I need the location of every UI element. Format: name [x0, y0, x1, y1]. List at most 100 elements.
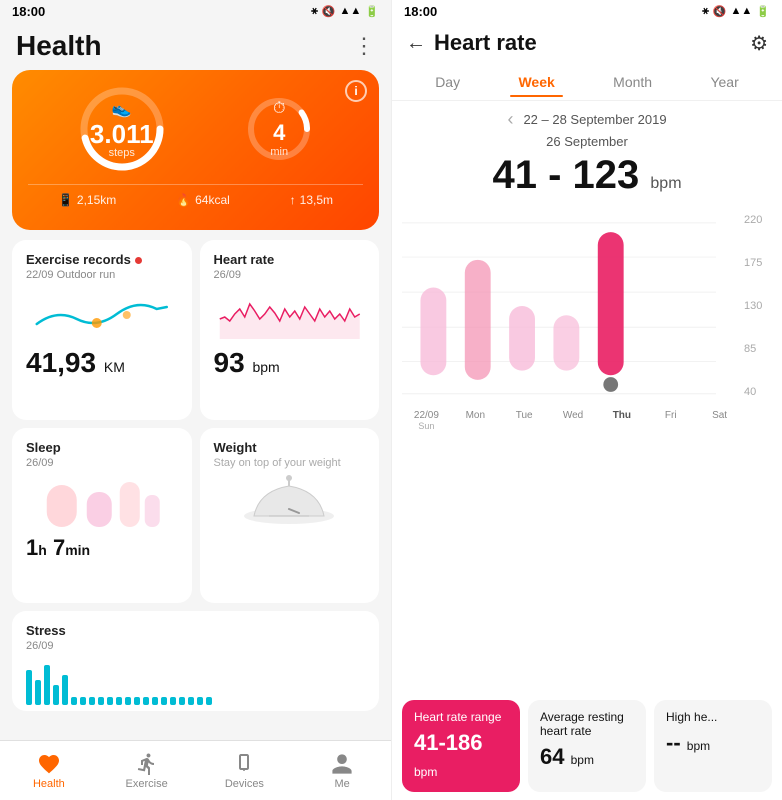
- distance-stat: 📱 2,15km: [58, 193, 116, 207]
- weight-card[interactable]: Weight Stay on top of your weight: [200, 428, 380, 602]
- stress-date: 26/09: [26, 640, 365, 652]
- activity-stats: 📱 2,15km 🔥 64kcal ↑ 13,5m: [28, 184, 363, 207]
- avg-resting-card: Average resting heart rate 64 bpm: [528, 700, 646, 792]
- exercise-icon: [135, 752, 159, 776]
- app-title: Health: [16, 30, 102, 62]
- nav-devices[interactable]: Devices: [196, 741, 294, 800]
- active-time-ring: ⏱ 4 min: [244, 94, 314, 164]
- nav-exercise-label: Exercise: [126, 778, 168, 790]
- sleep-visual: [26, 477, 178, 527]
- nav-exercise[interactable]: Exercise: [98, 741, 196, 800]
- exercise-title: Exercise records: [26, 252, 131, 267]
- day-label-sun: 22/09 Sun: [402, 410, 451, 431]
- heart-rate-card[interactable]: Heart rate 26/09 93 bpm: [200, 240, 380, 420]
- day-label-fri: Fri: [646, 410, 695, 431]
- elevation-value: 13,5m: [300, 193, 333, 207]
- exercise-card[interactable]: Exercise records 22/09 Outdoor run 41,93…: [12, 240, 192, 420]
- chart-area: 220 175 130 85 40 22/09 Sun Mon Tue Wed: [392, 206, 782, 692]
- status-bar-left: 18:00 ⚹ 🔇 ▲▲ 🔋: [0, 0, 391, 22]
- weight-title: Weight: [214, 440, 366, 455]
- sleep-date: 26/09: [26, 457, 178, 469]
- stress-bar-7: [80, 697, 86, 705]
- stress-title: Stress: [26, 623, 365, 638]
- elevation-icon: ↑: [290, 193, 296, 207]
- heart-rate-date: 26/09: [214, 269, 366, 281]
- bpm-unit: bpm: [650, 175, 681, 192]
- elevation-stat: ↑ 13,5m: [290, 193, 333, 207]
- day-label-mon: Mon: [451, 410, 500, 431]
- exercise-route: [26, 289, 178, 339]
- activity-card: i 👟 3.011 steps: [12, 70, 379, 230]
- menu-button[interactable]: ⋮: [353, 33, 375, 59]
- back-button[interactable]: ←: [406, 32, 426, 55]
- cards-grid: Exercise records 22/09 Outdoor run 41,93…: [12, 240, 379, 740]
- stress-bar-6: [71, 697, 77, 705]
- stress-bar-13: [134, 697, 140, 705]
- heart-rate-range-card: Heart rate range 41-186 bpm: [402, 700, 520, 792]
- mute-icon-right: 🔇: [713, 5, 727, 18]
- tab-year[interactable]: Year: [702, 68, 746, 96]
- stats-row: Heart rate range 41-186 bpm Average rest…: [392, 692, 782, 800]
- info-icon[interactable]: i: [345, 80, 367, 102]
- exercise-value: 41,93 KM: [26, 347, 178, 379]
- status-icons-left: ⚹ 🔇 ▲▲ 🔋: [311, 5, 379, 18]
- signal-icon: ▲▲: [340, 5, 362, 17]
- mute-icon: 🔇: [322, 5, 336, 18]
- stress-bar-4: [53, 685, 59, 705]
- bluetooth-icon: ⚹: [311, 5, 318, 18]
- high-hr-title: High he...: [666, 710, 760, 724]
- left-panel: 18:00 ⚹ 🔇 ▲▲ 🔋 Health ⋮ i: [0, 0, 391, 800]
- date-selected: 26 September: [392, 134, 782, 149]
- stress-bar-12: [125, 697, 131, 705]
- tab-week[interactable]: Week: [510, 68, 562, 96]
- stress-bar-5: [62, 675, 68, 705]
- date-navigation: ‹ 22 – 28 September 2019: [392, 101, 782, 132]
- distance-icon: 📱: [58, 193, 73, 207]
- distance-value: 2,15km: [77, 193, 116, 207]
- nav-health[interactable]: Health: [0, 741, 98, 800]
- health-icon: [37, 752, 61, 776]
- heart-rate-chart: [402, 206, 716, 406]
- timer-icon: ⏱: [273, 100, 285, 118]
- chart-container: 220 175 130 85 40: [402, 206, 772, 406]
- avg-resting-title: Average resting heart rate: [540, 710, 634, 738]
- tabs: Day Week Month Year: [392, 64, 782, 101]
- nav-health-label: Health: [33, 778, 65, 790]
- time-right: 18:00: [404, 4, 437, 19]
- heart-range-value: 41-186 bpm: [414, 730, 508, 782]
- stress-bar-16: [161, 697, 167, 705]
- battery-icon-right: 🔋: [756, 5, 770, 18]
- tab-month[interactable]: Month: [605, 68, 660, 96]
- calories-stat: 🔥 64kcal: [176, 193, 230, 207]
- day-label-thu: Thu: [597, 410, 646, 431]
- sleep-value: 1h 7min: [26, 535, 178, 561]
- tab-day[interactable]: Day: [427, 68, 468, 96]
- stress-bar-20: [197, 697, 203, 705]
- active-time-metric: ⏱ 4 min: [244, 94, 314, 164]
- stress-bar-10: [107, 697, 113, 705]
- calories-value: 64kcal: [195, 193, 230, 207]
- battery-icon: 🔋: [365, 5, 379, 18]
- high-hr-card: High he... -- bpm: [654, 700, 772, 792]
- activity-circles: 👟 3.011 steps ⏱ 4 min: [28, 84, 363, 174]
- settings-button[interactable]: ⚙: [750, 31, 768, 56]
- status-bar-right: 18:00 ⚹ 🔇 ▲▲ 🔋: [392, 0, 782, 22]
- stress-card[interactable]: Stress 26/09: [12, 611, 379, 711]
- right-panel: 18:00 ⚹ 🔇 ▲▲ 🔋 ← Heart rate ⚙ Day Week M…: [391, 0, 782, 800]
- heart-range-title: Heart rate range: [414, 710, 508, 724]
- nav-me[interactable]: Me: [293, 741, 391, 800]
- stress-bar-2: [35, 680, 41, 705]
- right-header: ← Heart rate ⚙: [392, 22, 782, 64]
- bpm-display: 41 - 123 bpm: [392, 153, 782, 198]
- stress-bars: [26, 660, 365, 705]
- exercise-date: 22/09 Outdoor run: [26, 269, 178, 281]
- sleep-card[interactable]: Sleep 26/09 1h 7min: [12, 428, 192, 602]
- day-labels: 22/09 Sun Mon Tue Wed Thu Fri Sat: [402, 410, 744, 431]
- stress-bar-15: [152, 697, 158, 705]
- heart-rate-value: 93 bpm: [214, 347, 366, 379]
- prev-date-button[interactable]: ‹: [507, 109, 513, 130]
- time-left: 18:00: [12, 4, 45, 19]
- active-value: 4: [273, 120, 285, 146]
- me-icon: [330, 752, 354, 776]
- status-icons-right: ⚹ 🔇 ▲▲ 🔋: [702, 5, 770, 18]
